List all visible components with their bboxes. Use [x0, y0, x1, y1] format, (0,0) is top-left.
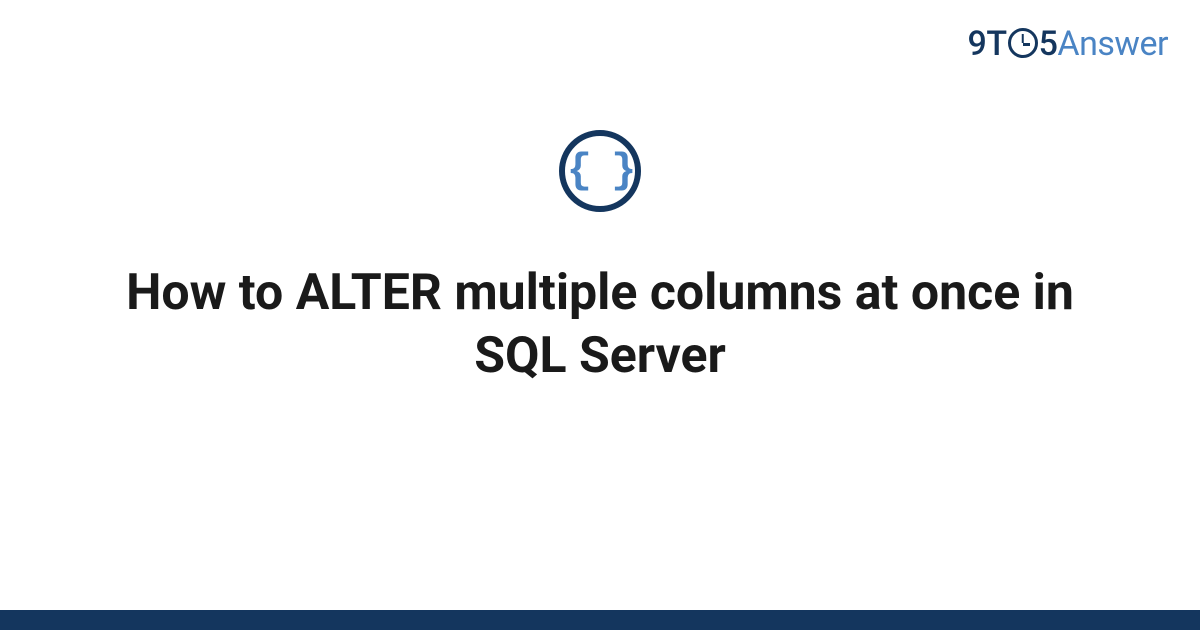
- logo-text-answer: Answer: [1057, 24, 1168, 64]
- main-content: { } How to ALTER multiple columns at onc…: [0, 130, 1200, 387]
- code-braces-icon: { }: [559, 130, 641, 212]
- braces-glyph: { }: [567, 150, 634, 192]
- site-logo: 9T 5Answer: [968, 24, 1168, 64]
- footer-bar: [0, 610, 1200, 630]
- page-title: How to ALTER multiple columns at once in…: [75, 262, 1125, 387]
- logo-text-9t: 9T: [968, 24, 1007, 64]
- clock-icon: [1008, 28, 1038, 58]
- logo-text-5: 5: [1039, 24, 1058, 64]
